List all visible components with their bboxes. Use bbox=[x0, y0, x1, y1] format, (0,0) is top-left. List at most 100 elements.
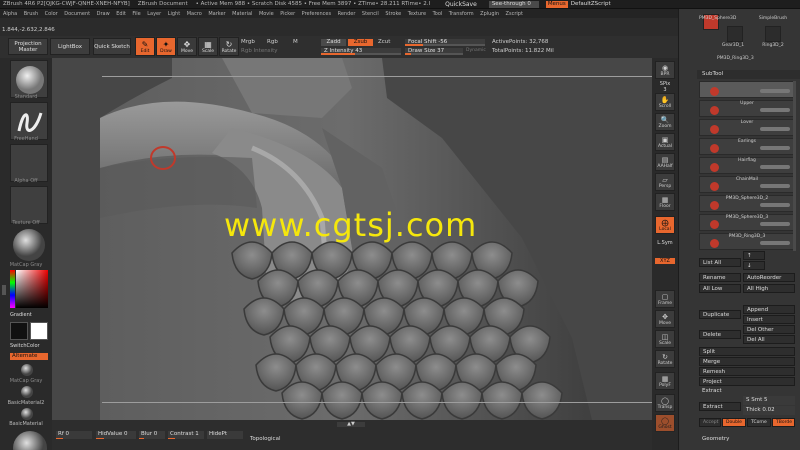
texture-thumbnail[interactable] bbox=[10, 186, 48, 224]
double-toggle[interactable]: Double bbox=[722, 418, 746, 427]
menu-color[interactable]: Color bbox=[45, 11, 58, 17]
duplicate-button[interactable]: Duplicate bbox=[699, 310, 741, 319]
mrgb-toggle[interactable]: Mrgb bbox=[241, 39, 255, 45]
projection-master-button[interactable]: Projection Master bbox=[8, 38, 48, 55]
left-tray-handle[interactable] bbox=[2, 285, 6, 295]
z-intensity-slider[interactable]: Z Intensity 43 bbox=[321, 48, 401, 55]
basicmaterial2-thumb[interactable] bbox=[20, 385, 34, 399]
subtool-row[interactable]: Hairflag bbox=[699, 157, 795, 174]
rgb-intensity-slider[interactable]: Rgb Intensity bbox=[241, 48, 278, 54]
zadd-button[interactable]: Zadd bbox=[321, 39, 346, 46]
topological-toggle[interactable]: Topological bbox=[248, 436, 293, 444]
lsym-button[interactable]: L.Sym bbox=[653, 240, 677, 246]
subtool-row[interactable]: Upper bbox=[699, 100, 795, 117]
arrow-down-button[interactable]: ↓ bbox=[743, 261, 765, 270]
tborder-toggle[interactable]: TBorde bbox=[772, 418, 795, 427]
menus-toggle[interactable]: Menus bbox=[545, 0, 568, 8]
zsub-button[interactable]: Zsub bbox=[348, 39, 373, 46]
merge-button[interactable]: Merge bbox=[699, 357, 795, 366]
subtool-row[interactable]: ChainMail bbox=[699, 176, 795, 193]
hidevalue-slider[interactable]: HidValue 0 bbox=[96, 431, 136, 439]
all-high-button[interactable]: All High bbox=[743, 284, 795, 293]
tool-thumb-ring[interactable] bbox=[765, 26, 781, 42]
menu-tool[interactable]: Tool bbox=[433, 11, 443, 17]
accept-button[interactable]: Accept bbox=[699, 418, 721, 427]
menu-marker[interactable]: Marker bbox=[208, 11, 225, 17]
subtool-visibility-toggle[interactable] bbox=[760, 127, 790, 131]
quicksave-button[interactable]: QuickSave bbox=[445, 1, 477, 8]
main-color-swatch[interactable] bbox=[10, 322, 28, 340]
menu-zscript[interactable]: Zscript bbox=[506, 11, 523, 17]
subtool-visibility-toggle[interactable] bbox=[760, 184, 790, 188]
arrow-up-button[interactable]: ↑ bbox=[743, 251, 765, 260]
hidept-button[interactable]: HidePt bbox=[207, 431, 243, 439]
tcorner-toggle[interactable]: TCorne bbox=[747, 418, 771, 427]
material-thumbnail[interactable] bbox=[10, 226, 48, 264]
subtool-row[interactable]: Earlings bbox=[699, 138, 795, 155]
subtool-visibility-toggle[interactable] bbox=[760, 241, 790, 245]
see-through-slider[interactable]: See-through 0 bbox=[488, 0, 539, 8]
menu-zplugin[interactable]: Zplugin bbox=[480, 11, 499, 17]
focal-shift-slider[interactable]: Focal Shift -56 bbox=[405, 39, 485, 46]
menu-transform[interactable]: Transform bbox=[449, 11, 474, 17]
insert-button[interactable]: Insert bbox=[743, 315, 795, 324]
persp-button[interactable]: ▱ Persp bbox=[655, 173, 675, 191]
menu-brush[interactable]: Brush bbox=[24, 11, 38, 17]
scale-view-button[interactable]: ◫ Scale bbox=[655, 330, 675, 348]
basicmaterial-thumb[interactable] bbox=[20, 407, 34, 421]
frame-button[interactable]: ▢ Frame bbox=[655, 290, 675, 308]
xyz-button[interactable]: XYZ bbox=[655, 258, 675, 264]
list-all-button[interactable]: List All bbox=[699, 258, 741, 267]
rename-button[interactable]: Rename bbox=[699, 273, 741, 282]
canvas-viewport[interactable]: www.cgtsj.com bbox=[52, 58, 652, 420]
move-view-button[interactable]: ✥ Move bbox=[655, 310, 675, 328]
quick-sketch-button[interactable]: Quick Sketch bbox=[93, 38, 131, 55]
rf-slider[interactable]: Rf 0 bbox=[56, 431, 92, 439]
default-zscript-button[interactable]: DefaultZScript bbox=[571, 1, 611, 7]
geometry-header[interactable]: Geometry bbox=[699, 435, 795, 444]
menu-preferences[interactable]: Preferences bbox=[302, 11, 331, 17]
move-button[interactable]: ✥ Move bbox=[177, 37, 197, 56]
alpha-thumbnail[interactable] bbox=[10, 144, 48, 182]
blur-slider[interactable]: Blur 0 bbox=[139, 431, 165, 439]
append-button[interactable]: Append bbox=[743, 305, 795, 314]
secondary-color-swatch[interactable] bbox=[30, 322, 48, 340]
contrast-slider[interactable]: Contrast 1 bbox=[168, 431, 204, 439]
local-button[interactable]: ⨁ Local bbox=[655, 216, 675, 234]
extract-header[interactable]: Extract bbox=[699, 387, 795, 396]
project-button[interactable]: Project bbox=[699, 377, 795, 386]
remesh-button[interactable]: Remesh bbox=[699, 367, 795, 376]
menu-document[interactable]: Document bbox=[64, 11, 90, 17]
polyf-button[interactable]: ▦ PolyF bbox=[655, 372, 675, 390]
subtool-visibility-toggle[interactable] bbox=[760, 108, 790, 112]
actual-button[interactable]: ▣ Actual bbox=[655, 133, 675, 151]
color-picker[interactable] bbox=[10, 270, 48, 308]
scroll-button[interactable]: ✋ Scroll bbox=[655, 93, 675, 111]
aahalf-button[interactable]: ▤ AAHalf bbox=[655, 153, 675, 171]
brush-thumbnail[interactable] bbox=[10, 60, 48, 98]
subtool-row[interactable]: Lover bbox=[699, 119, 795, 136]
rgb-toggle[interactable]: Rgb bbox=[267, 39, 278, 45]
subtool-row[interactable] bbox=[699, 81, 795, 98]
menu-edit[interactable]: Edit bbox=[116, 11, 126, 17]
del-all-button[interactable]: Del All bbox=[743, 335, 795, 344]
subtool-row[interactable]: PM3D_Sphere3D_2 bbox=[699, 195, 795, 212]
alternate-toggle[interactable]: Alternate bbox=[10, 353, 48, 360]
dynamic-toggle[interactable]: Dynamic bbox=[466, 48, 486, 53]
subtool-row[interactable]: PM3D_Ring3D_3 bbox=[699, 233, 795, 250]
gradient-toggle[interactable]: Gradient bbox=[10, 312, 56, 318]
lightbox-button[interactable]: LightBox bbox=[50, 38, 90, 55]
rotate-button[interactable]: ↻ Rotate bbox=[219, 37, 239, 56]
menu-file[interactable]: File bbox=[132, 11, 140, 17]
draw-size-slider[interactable]: Draw Size 37 bbox=[405, 48, 463, 55]
menu-movie[interactable]: Movie bbox=[259, 11, 274, 17]
bpr-button[interactable]: ◉ BPR bbox=[655, 61, 675, 79]
subtool-visibility-toggle[interactable] bbox=[760, 165, 790, 169]
floor-button[interactable]: ▦ Floor bbox=[655, 193, 675, 211]
menu-stroke[interactable]: Stroke bbox=[385, 11, 401, 17]
menu-texture[interactable]: Texture bbox=[408, 11, 426, 17]
draw-button[interactable]: ✦ Draw bbox=[156, 37, 176, 56]
menu-material[interactable]: Material bbox=[232, 11, 252, 17]
menu-macro[interactable]: Macro bbox=[187, 11, 202, 17]
all-low-button[interactable]: All Low bbox=[699, 284, 741, 293]
